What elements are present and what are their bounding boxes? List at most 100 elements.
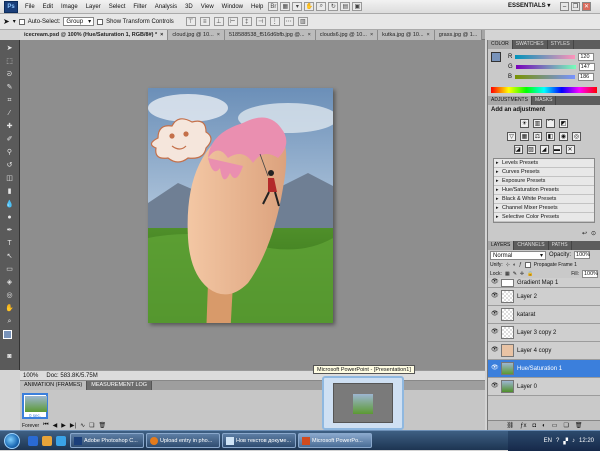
ie-icon[interactable] — [28, 435, 38, 446]
shape-tool-icon[interactable]: ▭ — [3, 265, 17, 275]
curves-presets[interactable]: Curves Presets — [494, 168, 594, 177]
foreground-color-swatch[interactable] — [3, 330, 12, 339]
menu-image[interactable]: Image — [57, 4, 82, 10]
arrange-documents-icon[interactable]: ▤ — [340, 2, 351, 11]
tab-swatches[interactable]: SWATCHES — [513, 40, 548, 49]
unify-visibility-icon[interactable]: ◐ — [513, 262, 516, 268]
layer-row[interactable]: 👁 Layer 2 — [488, 288, 600, 306]
task-browser[interactable]: Upload entry in pho... — [146, 433, 220, 448]
3d-orbit-icon[interactable]: ◎ — [3, 291, 17, 301]
channel-mixer-presets[interactable]: Channel Mixer Presets — [494, 204, 594, 213]
clip-icon[interactable]: ⊙ — [591, 230, 596, 237]
layer-row[interactable]: 👁 Layer 0 — [488, 378, 600, 396]
color-balance-icon[interactable]: ⚖ — [533, 132, 542, 141]
curves-icon[interactable]: ⌒ — [546, 119, 555, 128]
screen-mode-icon[interactable]: ▣ — [352, 2, 363, 11]
loop-select[interactable]: Forever — [22, 423, 39, 429]
green-value[interactable]: 147 — [578, 63, 595, 71]
menu-edit[interactable]: Edit — [39, 4, 57, 10]
menu-layer[interactable]: Layer — [82, 4, 105, 10]
lock-pixels-icon[interactable]: ✎ — [513, 271, 517, 277]
lock-transparency-icon[interactable]: ▦ — [505, 271, 510, 277]
menu-filter[interactable]: Filter — [129, 4, 150, 10]
layer-style-icon[interactable]: ƒx — [520, 423, 526, 429]
frame-delay[interactable]: 0 sec. — [24, 413, 46, 418]
new-layer-icon[interactable]: ❏ — [563, 422, 568, 429]
tool-preset-chevron-icon[interactable]: ▾ — [13, 18, 16, 25]
eye-icon[interactable]: 👁 — [491, 311, 499, 318]
align-bottom-icon[interactable]: ⊥ — [213, 17, 224, 26]
doc-tab-icecream[interactable]: icecream.psd @ 100% (Hue/Saturation 1, R… — [20, 29, 169, 40]
selective-color-icon[interactable]: ✕ — [565, 145, 575, 154]
invert-icon[interactable]: ◪ — [513, 145, 523, 154]
history-brush-icon[interactable]: ↺ — [3, 161, 17, 171]
distribute-icon[interactable]: ⋮ — [269, 17, 280, 26]
brush-tool-icon[interactable]: ✐ — [3, 135, 17, 145]
blue-slider[interactable] — [515, 75, 576, 79]
layer-name[interactable]: katarat — [517, 312, 535, 318]
brightness-icon[interactable]: ☀ — [520, 119, 529, 128]
layer-row[interactable]: 👁 Hue/Saturation 1 — [488, 360, 600, 378]
quick-mask-icon[interactable]: ◙ — [3, 352, 17, 362]
return-icon[interactable]: ↩ — [582, 230, 587, 237]
zoom-tool-icon[interactable]: ⌕ — [3, 317, 17, 327]
delete-layer-icon[interactable]: 🗑 — [575, 422, 583, 429]
hand-tool-icon[interactable]: ✋ — [304, 2, 315, 11]
exposure-icon[interactable]: ◩ — [559, 119, 568, 128]
3d-rotate-icon[interactable]: ◈ — [3, 278, 17, 288]
auto-select-checkbox[interactable] — [18, 18, 25, 25]
vibrance-icon[interactable]: ▽ — [507, 132, 516, 141]
help-icon[interactable]: ? — [556, 438, 559, 444]
doc-tab-grass[interactable]: grass.jpg @ 1... — [434, 29, 483, 40]
close-icon[interactable]: × — [427, 30, 430, 40]
workspace-switcher[interactable]: ESSENTIALS ▾ — [508, 2, 550, 9]
align-right-icon[interactable]: ⊣ — [255, 17, 266, 26]
color-swatches[interactable] — [0, 330, 19, 352]
eye-icon[interactable]: 👁 — [491, 365, 499, 372]
move-tool-icon[interactable]: ➤ — [3, 44, 17, 54]
layer-name[interactable]: Layer 0 — [517, 384, 537, 390]
new-adjustment-icon[interactable]: ◐ — [542, 423, 546, 429]
levels-icon[interactable]: ▥ — [533, 119, 542, 128]
bridge-icon[interactable]: Br — [268, 2, 279, 11]
tab-styles[interactable]: STYLES — [548, 40, 574, 49]
channel-mixer-icon[interactable]: ◎ — [572, 132, 581, 141]
distribute-h-icon[interactable]: ⋯ — [283, 17, 294, 26]
blue-value[interactable]: 186 — [578, 73, 595, 81]
quick-select-tool-icon[interactable]: ✎ — [3, 83, 17, 93]
hue-saturation-presets[interactable]: Hue/Saturation Presets — [494, 186, 594, 195]
tab-measurement-log[interactable]: MEASUREMENT LOG — [87, 381, 153, 390]
eye-icon[interactable]: 👁 — [491, 329, 499, 336]
doc-tab-cloud[interactable]: cloud.jpg @ 10... × — [168, 29, 225, 40]
link-layers-icon[interactable]: ⛓ — [507, 422, 515, 429]
clone-stamp-icon[interactable]: ⚲ — [3, 148, 17, 158]
close-icon[interactable]: × — [217, 30, 220, 40]
doc-tab-clouds6[interactable]: clouds6.jpg @ 10... × — [315, 29, 379, 40]
fill-value[interactable]: 100% — [582, 269, 598, 278]
taskbar-preview[interactable] — [322, 376, 404, 430]
animation-frame[interactable]: 0 sec. — [22, 393, 48, 419]
menu-help[interactable]: Help — [247, 4, 267, 10]
photo-filter-icon[interactable]: ◉ — [559, 132, 568, 141]
layer-name[interactable]: Layer 4 copy — [517, 348, 551, 354]
type-tool-icon[interactable]: T — [3, 239, 17, 249]
layer-row[interactable]: 👁 Gradient Map 1 — [488, 278, 600, 288]
network-icon[interactable]: ▞ — [563, 438, 568, 445]
menu-3d[interactable]: 3D — [181, 4, 197, 10]
auto-align-icon[interactable]: ▥ — [297, 17, 308, 26]
delete-frame-icon[interactable]: 🗑 — [99, 422, 107, 429]
eye-icon[interactable]: 👁 — [491, 279, 499, 286]
tab-masks[interactable]: MASKS — [532, 96, 557, 105]
gradient-map-icon[interactable]: ▬ — [552, 145, 562, 154]
language-indicator[interactable]: EN — [544, 438, 552, 444]
task-photoshop[interactable]: Adobe Photoshop C... — [70, 433, 144, 448]
lock-position-icon[interactable]: ✛ — [520, 271, 524, 277]
lock-all-icon[interactable]: 🔒 — [527, 271, 533, 277]
unify-style-icon[interactable]: ƒ — [519, 262, 522, 268]
layer-name[interactable]: Gradient Map 1 — [517, 280, 558, 286]
propagate-checkbox[interactable] — [524, 261, 531, 268]
volume-icon[interactable]: ♪ — [572, 438, 575, 444]
hue-saturation-icon[interactable]: ▦ — [520, 132, 529, 141]
align-left-icon[interactable]: ⊢ — [227, 17, 238, 26]
auto-select-dropdown[interactable]: Group — [63, 17, 95, 26]
